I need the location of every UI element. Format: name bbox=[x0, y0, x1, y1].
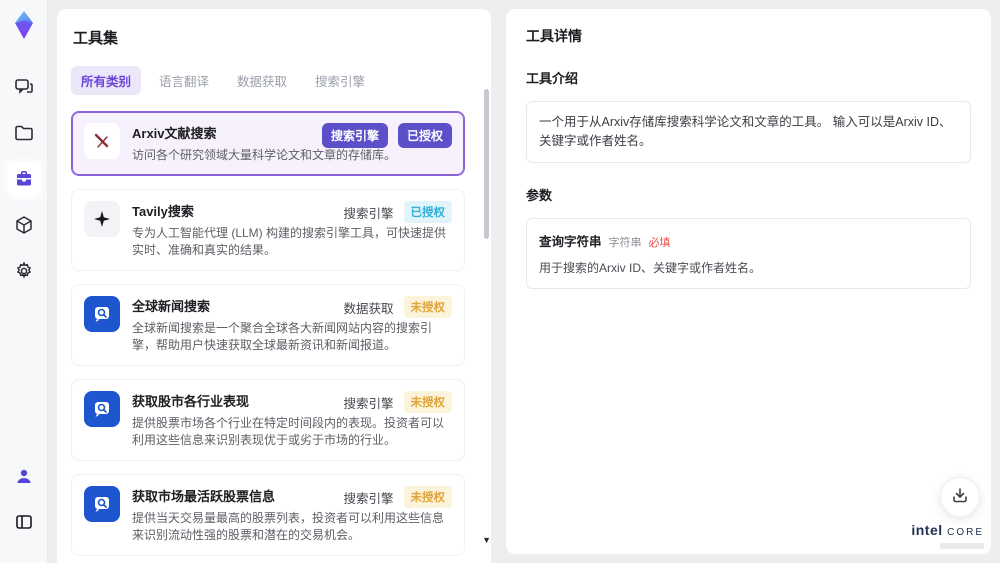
tool-description: 提供当天交易量最高的股票列表，投资者可以利用这些信息来识别流动性强的股票和潜在的… bbox=[132, 511, 445, 543]
category-tabs: 所有类别 语言翻译 数据获取 搜索引擎 bbox=[71, 66, 475, 95]
nav-settings-button[interactable] bbox=[7, 254, 41, 288]
tool-intro-text: 一个用于从Arxiv存储库搜索科学论文和文章的工具。 输入可以是Arxiv ID… bbox=[526, 101, 971, 163]
nav-packages-button[interactable] bbox=[7, 208, 41, 242]
intel-core-logo: intel CORE bbox=[911, 523, 984, 549]
tool-description: 提供股票市场各个行业在特定时间段内的表现。投资者可以利用这些信息来识别表现优于或… bbox=[132, 416, 445, 448]
scroll-down-caret-icon[interactable]: ▼ bbox=[482, 536, 491, 545]
category-badge: 搜索引擎 bbox=[321, 123, 388, 148]
sparkle-icon bbox=[84, 201, 120, 238]
tool-description: 访问各个研究领域大量科学论文和文章的存储库。 bbox=[132, 148, 397, 162]
tab-data-fetch[interactable]: 数据获取 bbox=[227, 66, 297, 95]
user-icon bbox=[14, 466, 34, 486]
chat-icon bbox=[14, 77, 34, 97]
tool-card-tavily[interactable]: Tavily搜索 专为人工智能代理 (LLM) 构建的搜索引擎工具，可快速提供实… bbox=[71, 189, 465, 272]
parameter-required-flag: 必填 bbox=[648, 236, 671, 249]
intro-heading: 工具介绍 bbox=[526, 71, 579, 86]
nav-tools-button[interactable] bbox=[6, 162, 41, 196]
tool-description: 全球新闻搜索是一个聚合全球各大新闻网站内容的搜索引擎，帮助用户快速获取全球最新资… bbox=[132, 321, 433, 353]
news-search-icon bbox=[84, 486, 120, 523]
arxiv-icon bbox=[84, 123, 120, 159]
detail-title: 工具详情 bbox=[526, 28, 582, 44]
parameter-type: 字符串 bbox=[608, 236, 642, 249]
nav-account-button[interactable] bbox=[7, 459, 41, 493]
status-badge: 未授权 bbox=[403, 486, 452, 509]
nav-chat-button[interactable] bbox=[7, 70, 41, 104]
folder-icon bbox=[14, 123, 34, 143]
status-badge: 已授权 bbox=[397, 123, 452, 148]
params-heading: 参数 bbox=[526, 187, 553, 203]
tab-search-engine[interactable]: 搜索引擎 bbox=[305, 66, 375, 95]
status-badge: 未授权 bbox=[403, 391, 452, 414]
tool-card-arxiv[interactable]: Arxiv文献搜索 访问各个研究领域大量科学论文和文章的存储库。 搜索引擎 已授… bbox=[71, 111, 465, 177]
tool-card-most-active-stocks[interactable]: 获取市场最活跃股票信息 提供当天交易量最高的股票列表，投资者可以利用这些信息来识… bbox=[71, 474, 465, 557]
list-scrollbar[interactable] bbox=[484, 89, 489, 551]
download-icon bbox=[951, 486, 969, 509]
category-label: 搜索引擎 bbox=[343, 206, 394, 221]
tab-language-translation[interactable]: 语言翻译 bbox=[149, 66, 219, 95]
parameter-description: 用于搜索的Arxiv ID、关键字或作者姓名。 bbox=[539, 260, 762, 275]
status-badge: 未授权 bbox=[403, 296, 452, 319]
news-search-icon bbox=[84, 296, 120, 333]
tab-all-categories[interactable]: 所有类别 bbox=[71, 66, 142, 95]
category-label: 数据获取 bbox=[343, 301, 394, 316]
collapse-sidebar-button[interactable] bbox=[7, 505, 41, 539]
left-nav-rail bbox=[0, 0, 48, 563]
tool-description: 专为人工智能代理 (LLM) 构建的搜索引擎工具，可快速提供实时、准确和真实的结… bbox=[132, 226, 447, 258]
tool-detail-panel: 工具详情 工具介绍 一个用于从Arxiv存储库搜索科学论文和文章的工具。 输入可… bbox=[505, 8, 992, 555]
category-label: 搜索引擎 bbox=[343, 396, 394, 411]
brand-primary: intel bbox=[911, 522, 943, 538]
parameter-name: 查询字符串 bbox=[539, 234, 602, 249]
brand-secondary: CORE bbox=[947, 527, 984, 538]
gear-icon bbox=[14, 261, 34, 281]
app-logo-icon bbox=[14, 11, 33, 39]
tool-card-sector-performance[interactable]: 获取股市各行业表现 提供股票市场各个行业在特定时间段内的表现。投资者可以利用这些… bbox=[71, 379, 465, 462]
download-button[interactable] bbox=[940, 477, 980, 517]
panel-toggle-icon bbox=[14, 512, 34, 532]
toolbox-icon bbox=[14, 169, 34, 189]
scrollbar-thumb[interactable] bbox=[484, 89, 489, 239]
category-label: 搜索引擎 bbox=[343, 491, 394, 506]
parameter-item: 查询字符串 字符串 必填 用于搜索的Arxiv ID、关键字或作者姓名。 bbox=[526, 217, 971, 289]
tool-card-list: Arxiv文献搜索 访问各个研究领域大量科学论文和文章的存储库。 搜索引擎 已授… bbox=[71, 111, 475, 563]
status-badge: 已授权 bbox=[403, 201, 452, 224]
tool-card-global-news[interactable]: 全球新闻搜索 全球新闻搜索是一个聚合全球各大新闻网站内容的搜索引擎，帮助用户快速… bbox=[71, 284, 465, 367]
page-title: 工具集 bbox=[73, 30, 119, 47]
nav-files-button[interactable] bbox=[7, 116, 41, 150]
news-search-icon bbox=[84, 391, 120, 428]
tools-panel: 工具集 所有类别 语言翻译 数据获取 搜索引擎 Arxiv文献搜索 访问各个研究… bbox=[56, 8, 492, 563]
brand-subtext-bar bbox=[940, 543, 984, 549]
cube-icon bbox=[14, 215, 34, 235]
